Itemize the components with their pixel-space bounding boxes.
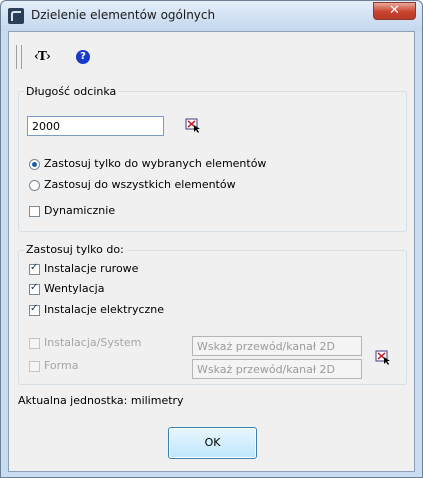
- apply-all-radio[interactable]: [29, 180, 40, 191]
- segment-length-input[interactable]: 2000: [27, 116, 164, 136]
- close-button[interactable]: ✕: [373, 2, 416, 20]
- ventilation-checkbox[interactable]: [29, 282, 40, 295]
- apply-only-to-group-label: Zastosuj tylko do:: [24, 243, 126, 256]
- dialog-window: Dzielenie elementów ogólnych ✕ ‹T› ? Dłu…: [0, 0, 423, 478]
- unit-status-text: Aktualna jednostka: milimetry: [18, 394, 184, 407]
- toolbar-grip[interactable]: [16, 45, 22, 69]
- system-label[interactable]: Instalacja/System: [44, 336, 141, 349]
- apply-selected-radio[interactable]: [29, 159, 40, 170]
- pick-length-icon[interactable]: [185, 117, 201, 133]
- window-title: Dzielenie elementów ogólnych: [31, 8, 216, 22]
- electrical-checkbox[interactable]: [29, 303, 40, 316]
- title-bar[interactable]: Dzielenie elementów ogólnych ✕: [1, 1, 422, 31]
- form-checkbox[interactable]: [29, 361, 40, 372]
- app-icon: [8, 8, 24, 24]
- help-icon[interactable]: ?: [76, 50, 90, 64]
- piping-label[interactable]: Instalacje rurowe: [44, 262, 138, 275]
- ventilation-label[interactable]: Wentylacja: [44, 282, 104, 295]
- ok-button[interactable]: OK: [168, 427, 257, 459]
- form-label[interactable]: Forma: [44, 359, 78, 372]
- text-tool-button[interactable]: ‹T›: [34, 49, 51, 63]
- electrical-label[interactable]: Instalacje elektryczne: [44, 303, 164, 316]
- pick-element-icon[interactable]: [375, 349, 391, 365]
- dynamic-label[interactable]: Dynamicznie: [44, 204, 115, 217]
- close-icon: ✕: [389, 3, 400, 18]
- dialog-body: ‹T› ? Długość odcinka 2000 Zastosuj tylk…: [8, 31, 415, 472]
- piping-checkbox[interactable]: [29, 262, 40, 275]
- apply-selected-label[interactable]: Zastosuj tylko do wybranych elementów: [44, 157, 266, 170]
- dynamic-checkbox[interactable]: [29, 206, 40, 217]
- system-checkbox[interactable]: [29, 338, 40, 349]
- system-input[interactable]: Wskaż przewód/kanał 2D: [192, 336, 362, 356]
- apply-all-label[interactable]: Zastosuj do wszystkich elementów: [44, 178, 236, 191]
- segment-length-group-label: Długość odcinka: [24, 85, 119, 98]
- form-input[interactable]: Wskaż przewód/kanał 2D: [192, 359, 362, 379]
